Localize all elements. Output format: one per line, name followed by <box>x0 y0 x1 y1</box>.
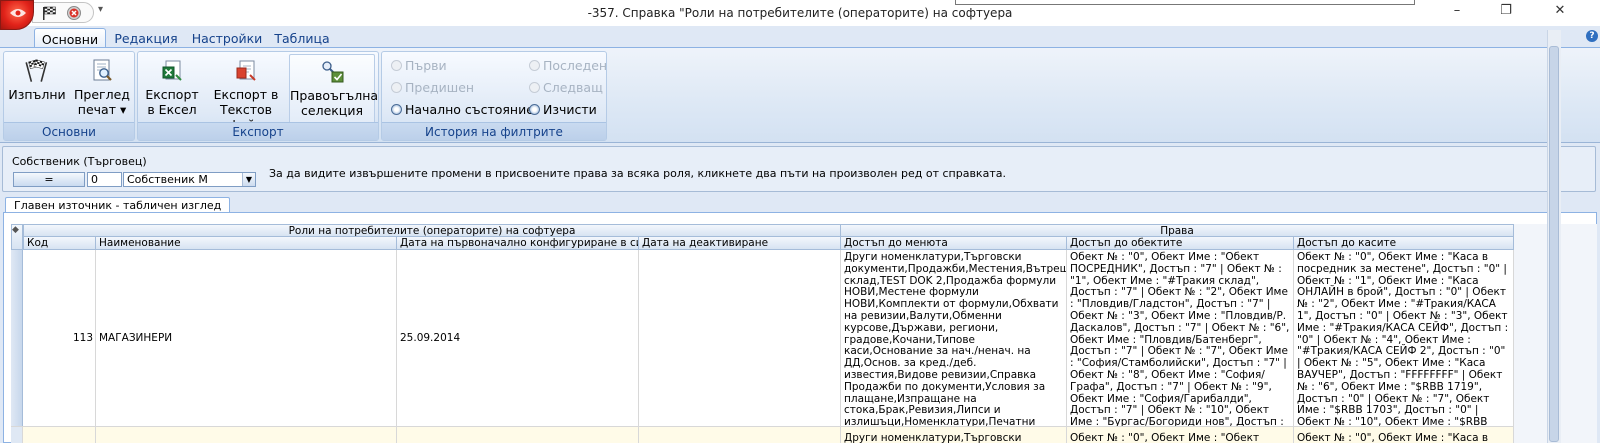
history-initial-state-label: Начално състояние <box>405 102 534 117</box>
cell-config-date[interactable] <box>397 427 639 443</box>
column-header-name[interactable]: Наименование <box>96 237 397 250</box>
group-caption-filter-history: История на филтрите <box>382 122 606 140</box>
history-previous-button[interactable]: Предишен <box>391 80 474 98</box>
export-excel-label-2: в Ексел <box>147 102 197 117</box>
cell-object-access[interactable]: Обект № : "0", Обект Име : "Обект ПОСРЕД… <box>1067 427 1294 443</box>
title-overlay-box <box>955 0 1415 5</box>
column-header-menu-access[interactable]: Достъп до менюта <box>841 237 1067 250</box>
ribbon-group-export: Експорт в Ексел Експорт в Текстов файл П… <box>137 51 379 141</box>
export-text-button[interactable]: Експорт в Текстов файл <box>206 54 286 132</box>
history-last-button[interactable]: Последен <box>529 58 607 76</box>
band-rights: Права <box>841 224 1514 237</box>
column-header-object-access[interactable]: Достъп до обектите <box>1067 237 1294 250</box>
first-arrow-icon <box>391 60 402 71</box>
history-first-label: Първи <box>405 58 447 73</box>
ribbon-tab-bar: Основни Редакция Настройки Таблица <box>0 26 1600 48</box>
cell-code[interactable]: 113 <box>23 250 96 426</box>
owner-select[interactable]: Собственик М ▼ <box>123 172 256 187</box>
ribbon-group-main: Изпълни Преглед печат ▾ Основни <box>3 51 135 141</box>
history-initial-state-button[interactable]: Начално състояние <box>391 102 534 120</box>
filter-operator-button[interactable]: = <box>13 172 85 187</box>
clear-icon <box>529 104 540 115</box>
cell-name[interactable]: МАГАЗИНЕРИ <box>96 250 397 426</box>
tab-table[interactable]: Таблица <box>272 28 332 48</box>
tab-edit[interactable]: Редакция <box>110 28 182 48</box>
cell-code[interactable] <box>23 427 96 443</box>
export-excel-label-1: Експорт <box>145 87 199 102</box>
rectangular-selection-icon <box>322 61 344 83</box>
filter-hint: За да видите извършените промени в присв… <box>269 167 1006 180</box>
export-text-label-1: Експорт в <box>213 87 279 102</box>
column-header-cash-access[interactable]: Достъп до касите <box>1294 237 1514 250</box>
rectangular-selection-label-1: Правоъгълна <box>290 88 379 103</box>
rectangular-selection-label-2: селекция <box>301 103 363 118</box>
table-row[interactable]: 113 МАГАЗИНЕРИ 25.09.2014 Други номенкла… <box>11 250 1514 426</box>
text-file-export-icon <box>236 60 256 81</box>
cell-deactivation-date[interactable] <box>639 427 841 443</box>
checkered-flags-icon <box>25 59 48 82</box>
restore-button[interactable]: ❐ <box>1496 3 1516 21</box>
table-row[interactable]: Други номенклатури,Търговски Обект № : "… <box>11 426 1514 443</box>
history-first-button[interactable]: Първи <box>391 58 447 76</box>
cell-cash-access[interactable]: Обект № : "0", Обект Име : "Каса в посре… <box>1294 250 1514 426</box>
execute-button[interactable]: Изпълни <box>6 54 68 124</box>
next-arrow-icon <box>529 82 540 93</box>
owner-filter-label: Собственик (Търговец) <box>12 155 147 168</box>
print-preview-label-2: печат ▾ <box>77 102 127 117</box>
last-arrow-icon <box>529 60 540 71</box>
row-indicator[interactable] <box>11 250 23 426</box>
band-user-roles: Роли на потребителите (операторите) на с… <box>23 224 841 237</box>
group-caption-main: Основни <box>4 122 134 140</box>
column-header-config-date[interactable]: Дата на първоначално конфигуриране в сис… <box>397 237 639 250</box>
ribbon-group-filter-history: Първи Последен Предишен Следващ Начално … <box>381 51 607 141</box>
tab-main[interactable]: Основни <box>34 28 106 48</box>
rectangular-selection-button[interactable]: Правоъгълна селекция <box>289 54 379 124</box>
history-clear-label: Изчисти <box>543 102 597 117</box>
cell-menu-access[interactable]: Други номенклатури,Търговски <box>841 427 1067 443</box>
minimize-button[interactable]: – <box>1447 3 1467 21</box>
cell-object-access[interactable]: Обект № : "0", Обект Име : "Обект ПОСРЕД… <box>1067 250 1294 426</box>
print-preview-icon <box>93 59 112 81</box>
cell-cash-access[interactable]: Обект № : "0", Обект Име : "Каса в посре… <box>1294 427 1514 443</box>
history-next-label: Следващ <box>543 80 603 95</box>
tab-settings[interactable]: Настройки <box>186 28 268 48</box>
dropdown-arrow-icon[interactable]: ▼ <box>242 173 255 186</box>
filter-box: Собственик (Търговец) = 0 Собственик М ▼… <box>2 146 1596 192</box>
vertical-scrollbar-thumb[interactable] <box>1549 46 1559 442</box>
history-previous-label: Предишен <box>405 80 475 95</box>
previous-arrow-icon <box>391 82 402 93</box>
grid-corner-expand-icon[interactable]: ◆ <box>11 224 23 250</box>
cell-deactivation-date[interactable] <box>639 250 841 426</box>
window-title: -357. Справка "Роли на потребителите (оп… <box>587 6 1013 20</box>
help-icon[interactable]: ? <box>1586 30 1598 42</box>
execute-label: Изпълни <box>8 87 66 102</box>
reset-icon <box>391 104 402 115</box>
group-caption-export: Експорт <box>138 122 378 140</box>
column-header-deactivation-date[interactable]: Дата на деактивиране <box>639 237 841 250</box>
filter-panel: Собственик (Търговец) = 0 Собственик М ▼… <box>0 143 1600 195</box>
history-clear-button[interactable]: Изчисти <box>529 102 597 120</box>
history-last-label: Последен <box>543 58 608 73</box>
cell-name[interactable] <box>96 427 397 443</box>
close-window-button[interactable]: ✕ <box>1550 3 1570 21</box>
row-indicator[interactable] <box>11 427 23 443</box>
owner-select-value: Собственик М <box>127 173 208 186</box>
print-preview-label-1: Преглед <box>74 87 130 102</box>
excel-export-icon <box>162 60 182 81</box>
print-preview-button[interactable]: Преглед печат ▾ <box>72 54 132 124</box>
title-bar: ▾ -357. Справка "Роли на потребителите (… <box>0 0 1600 30</box>
export-excel-button[interactable]: Експорт в Ексел <box>142 54 202 124</box>
tab-main-source-table-view[interactable]: Главен източник - табличен изглед <box>5 197 231 213</box>
column-header-code[interactable]: Код <box>23 237 96 250</box>
app-logo-icon <box>10 9 26 17</box>
ribbon: Изпълни Преглед печат ▾ Основни Експорт … <box>0 47 1600 143</box>
history-next-button[interactable]: Следващ <box>529 80 603 98</box>
cell-menu-access[interactable]: Други номенклатури,Търговски документи,П… <box>841 250 1067 426</box>
cell-config-date[interactable]: 25.09.2014 <box>397 250 639 426</box>
owner-number-input[interactable]: 0 <box>87 172 122 187</box>
